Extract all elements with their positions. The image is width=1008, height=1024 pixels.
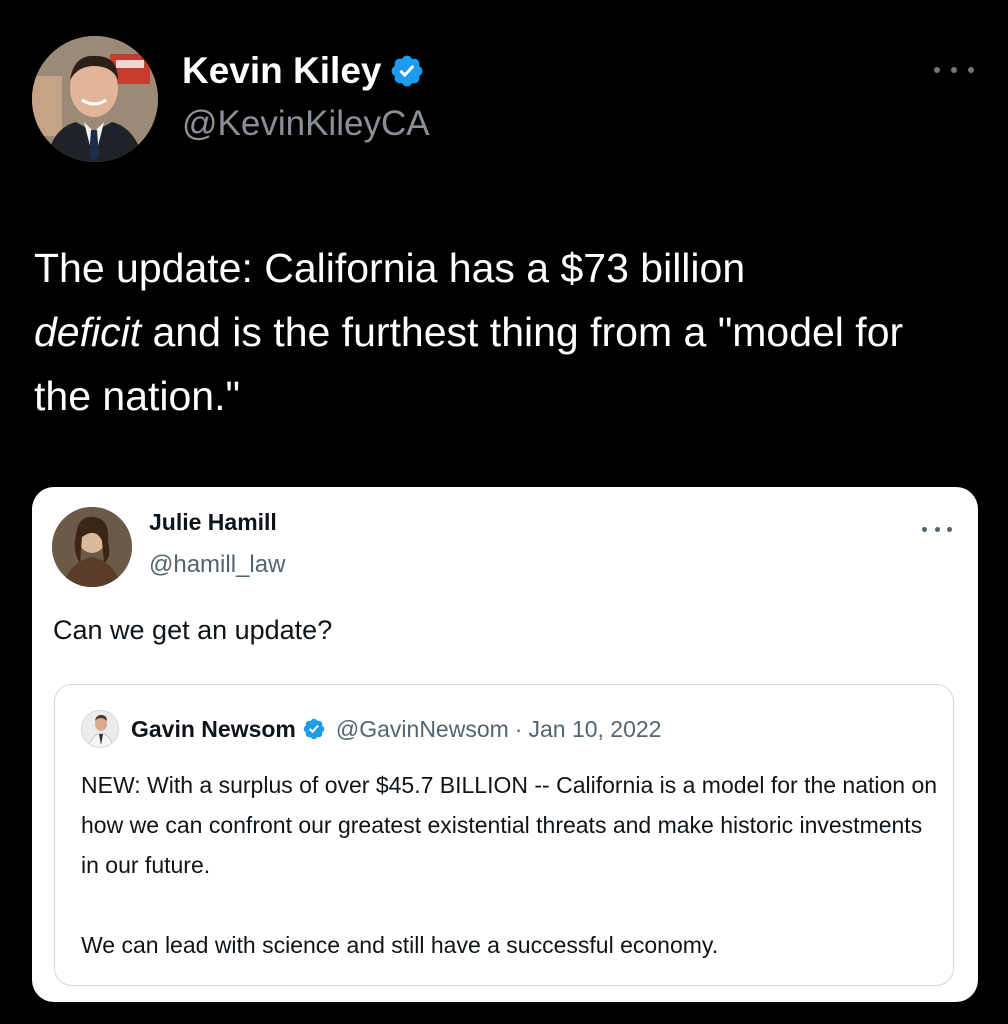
outer-tweet: Kevin Kiley @KevinKileyCA The update: Ca… xyxy=(0,0,1008,1024)
avatar-photo-icon xyxy=(52,507,132,587)
nested-tweet-date[interactable]: Jan 10, 2022 xyxy=(528,716,661,743)
nested-separator: · xyxy=(514,715,523,742)
nested-quote-header: Gavin Newsom @GavinNewsom · Jan 10, 2022 xyxy=(81,709,661,749)
kevin-kiley-avatar[interactable] xyxy=(32,36,158,162)
julie-hamill-avatar[interactable] xyxy=(52,507,132,587)
gavin-newsom-avatar[interactable] xyxy=(81,710,119,748)
quoted-author-handle[interactable]: @hamill_law xyxy=(149,551,285,579)
avatar-photo-icon xyxy=(82,711,118,747)
nested-paragraph-1: NEW: With a surplus of over $45.7 BILLIO… xyxy=(81,772,938,878)
verified-badge-icon xyxy=(389,53,425,89)
quoted-tweet-text: Can we get an update? xyxy=(53,615,333,645)
avatar-photo-icon xyxy=(32,36,158,162)
nested-paragraph-2: We can lead with science and still have … xyxy=(81,932,719,958)
author-handle[interactable]: @KevinKileyCA xyxy=(182,104,430,144)
quoted-more-options-ellipsis-icon[interactable] xyxy=(922,523,952,535)
outer-author-row: Kevin Kiley xyxy=(182,46,425,96)
more-options-ellipsis-icon[interactable] xyxy=(934,58,974,82)
nested-author-name[interactable]: Gavin Newsom xyxy=(131,716,296,743)
nested-author-handle[interactable]: @GavinNewsom xyxy=(336,716,509,743)
tweet-text-part2: and is the furthest thing from a "model … xyxy=(34,309,904,419)
tweet-text: The update: California has a $73 billion… xyxy=(34,236,964,428)
nested-quote-tweet[interactable]: Gavin Newsom @GavinNewsom · Jan 10, 2022… xyxy=(54,684,954,986)
author-name[interactable]: Kevin Kiley xyxy=(182,50,381,92)
tweet-text-italic: deficit xyxy=(34,309,142,355)
quoted-author-name[interactable]: Julie Hamill xyxy=(149,509,277,536)
nested-tweet-body: NEW: With a surplus of over $45.7 BILLIO… xyxy=(81,765,941,965)
verified-badge-icon xyxy=(302,717,326,741)
tweet-text-part1: The update: California has a $73 billion xyxy=(34,245,746,291)
quoted-tweet-card[interactable]: Julie Hamill @hamill_law Can we get an u… xyxy=(32,487,978,1002)
